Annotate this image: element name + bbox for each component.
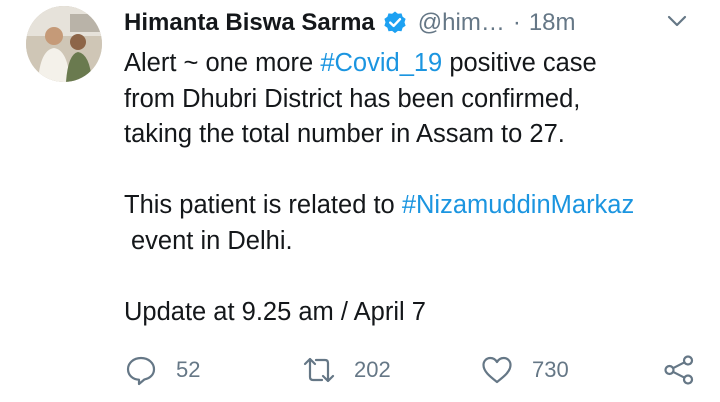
- tweet-header: Himanta Biswa Sarma @him… · 18m: [124, 6, 700, 40]
- share-icon: [664, 355, 694, 385]
- author-name[interactable]: Himanta Biswa Sarma: [124, 9, 375, 37]
- hashtag-nizamuddinmarkaz[interactable]: #NizamuddinMarkaz: [402, 191, 634, 219]
- tweet-text-segment: This patient is related to: [124, 191, 402, 219]
- tweet-text-segment: Alert ~ one more: [124, 49, 321, 77]
- retweet-button[interactable]: 202: [302, 350, 391, 390]
- separator-dot: ·: [512, 9, 521, 36]
- hashtag-covid19[interactable]: #Covid_19: [320, 49, 442, 77]
- share-button[interactable]: [662, 350, 696, 390]
- like-button[interactable]: 730: [480, 350, 569, 390]
- tweet-timestamp[interactable]: 18m: [529, 9, 576, 37]
- author-handle[interactable]: @him…: [418, 9, 505, 37]
- chevron-down-icon[interactable]: [666, 10, 688, 32]
- avatar-image: [26, 6, 102, 82]
- tweet-line: event in Delhi.: [131, 226, 293, 255]
- like-count: 730: [532, 357, 569, 382]
- reply-count: 52: [176, 357, 201, 382]
- reply-icon: [126, 356, 156, 386]
- avatar[interactable]: [26, 6, 102, 82]
- like-icon: [482, 356, 512, 384]
- tweet-line: taking the total number in Assam to 27.: [124, 120, 565, 148]
- retweet-icon: [303, 357, 335, 383]
- reply-button[interactable]: 52: [124, 350, 200, 390]
- tweet-update-line: Update at 9.25 am / April 7: [124, 298, 426, 326]
- retweet-count: 202: [354, 357, 391, 382]
- tweet-line: Alert ~ one more #Covid_19 positive case: [124, 46, 704, 82]
- tweet-line: from Dhubri District has been confirmed,: [124, 84, 581, 113]
- tweet-text-segment: positive case: [442, 49, 597, 77]
- verified-badge-icon: [382, 10, 408, 36]
- tweet-line: This patient is related to #NizamuddinMa…: [124, 188, 704, 224]
- tweet-text: Alert ~ one more #Covid_19 positive case…: [124, 46, 704, 259]
- tweet-action-bar: 52 202 730: [124, 350, 696, 390]
